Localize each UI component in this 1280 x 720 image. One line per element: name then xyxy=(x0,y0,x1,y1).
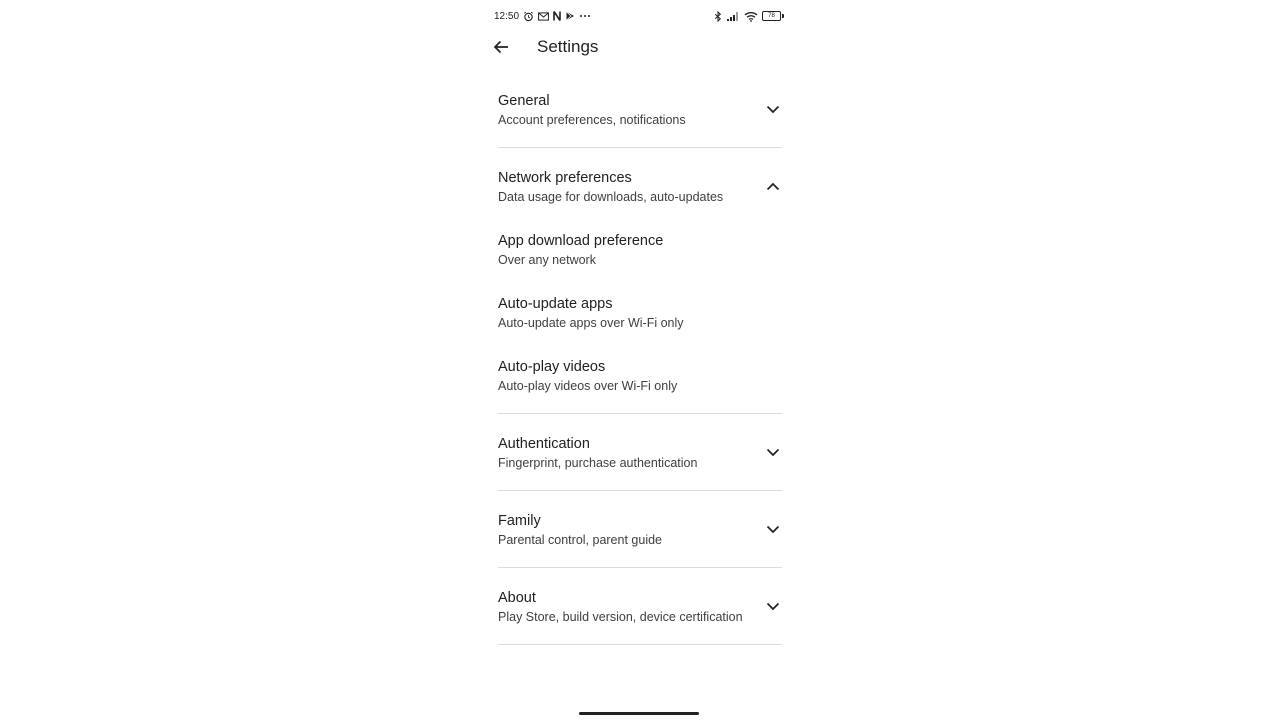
chevron-down-icon[interactable] xyxy=(764,443,782,461)
setting-value: Auto-play videos over Wi-Fi only xyxy=(498,379,678,393)
divider xyxy=(498,644,782,645)
section-authentication-title: Authentication xyxy=(498,436,590,452)
more-notifications-icon xyxy=(579,14,591,18)
setting-title: App download preference xyxy=(498,233,664,249)
section-family-subtitle: Parental control, parent guide xyxy=(498,533,662,547)
wifi-icon xyxy=(744,11,758,22)
setting-app-download-preference[interactable]: App download preference Over any network xyxy=(498,232,782,268)
section-about-title: About xyxy=(498,590,536,606)
divider xyxy=(498,413,782,414)
gmail-icon xyxy=(538,11,549,21)
top-app-bar: Settings xyxy=(480,30,800,64)
setting-auto-play-videos[interactable]: Auto-play videos Auto-play videos over W… xyxy=(498,358,782,394)
section-general-title: General xyxy=(498,93,550,109)
setting-title: Auto-play videos xyxy=(498,359,606,375)
signal-icon xyxy=(726,11,740,21)
play-store-icon xyxy=(565,11,575,21)
netflix-icon xyxy=(553,11,561,21)
chevron-down-icon[interactable] xyxy=(764,597,782,615)
divider xyxy=(498,490,782,491)
section-authentication[interactable]: Authentication Fingerprint, purchase aut… xyxy=(498,435,782,471)
section-family-title: Family xyxy=(498,513,541,529)
chevron-down-icon[interactable] xyxy=(764,520,782,538)
setting-title: Auto-update apps xyxy=(498,296,613,312)
battery-level: 78 xyxy=(762,11,781,21)
divider xyxy=(498,567,782,568)
setting-value: Over any network xyxy=(498,253,596,267)
status-time: 12:50 xyxy=(494,10,520,22)
status-bar: 12:50 78 xyxy=(494,8,784,24)
section-authentication-subtitle: Fingerprint, purchase authentication xyxy=(498,456,698,470)
chevron-up-icon[interactable] xyxy=(764,177,782,195)
status-right: 78 xyxy=(714,10,784,22)
battery-icon: 78 xyxy=(762,11,784,21)
status-left: 12:50 xyxy=(494,11,591,22)
section-network-preferences[interactable]: Network preferences Data usage for downl… xyxy=(498,169,782,205)
divider xyxy=(498,147,782,148)
section-network-title: Network preferences xyxy=(498,170,632,186)
section-family[interactable]: Family Parental control, parent guide xyxy=(498,512,782,548)
chevron-down-icon[interactable] xyxy=(764,100,782,118)
setting-auto-update-apps[interactable]: Auto-update apps Auto-update apps over W… xyxy=(498,295,782,331)
setting-value: Auto-update apps over Wi-Fi only xyxy=(498,316,684,330)
section-general[interactable]: General Account preferences, notificatio… xyxy=(498,92,782,128)
home-indicator[interactable] xyxy=(579,712,699,715)
back-button[interactable] xyxy=(490,36,512,58)
bluetooth-icon xyxy=(714,10,722,22)
section-network-subtitle: Data usage for downloads, auto-updates xyxy=(498,190,724,204)
section-about-subtitle: Play Store, build version, device certif… xyxy=(498,610,743,624)
alarm-icon xyxy=(523,11,534,22)
section-general-subtitle: Account preferences, notifications xyxy=(498,113,686,127)
phone-screen: 12:50 78 Settings General Account prefer… xyxy=(480,0,800,720)
section-about[interactable]: About Play Store, build version, device … xyxy=(498,589,782,625)
back-arrow-icon xyxy=(493,40,508,54)
page-title: Settings xyxy=(537,37,599,56)
